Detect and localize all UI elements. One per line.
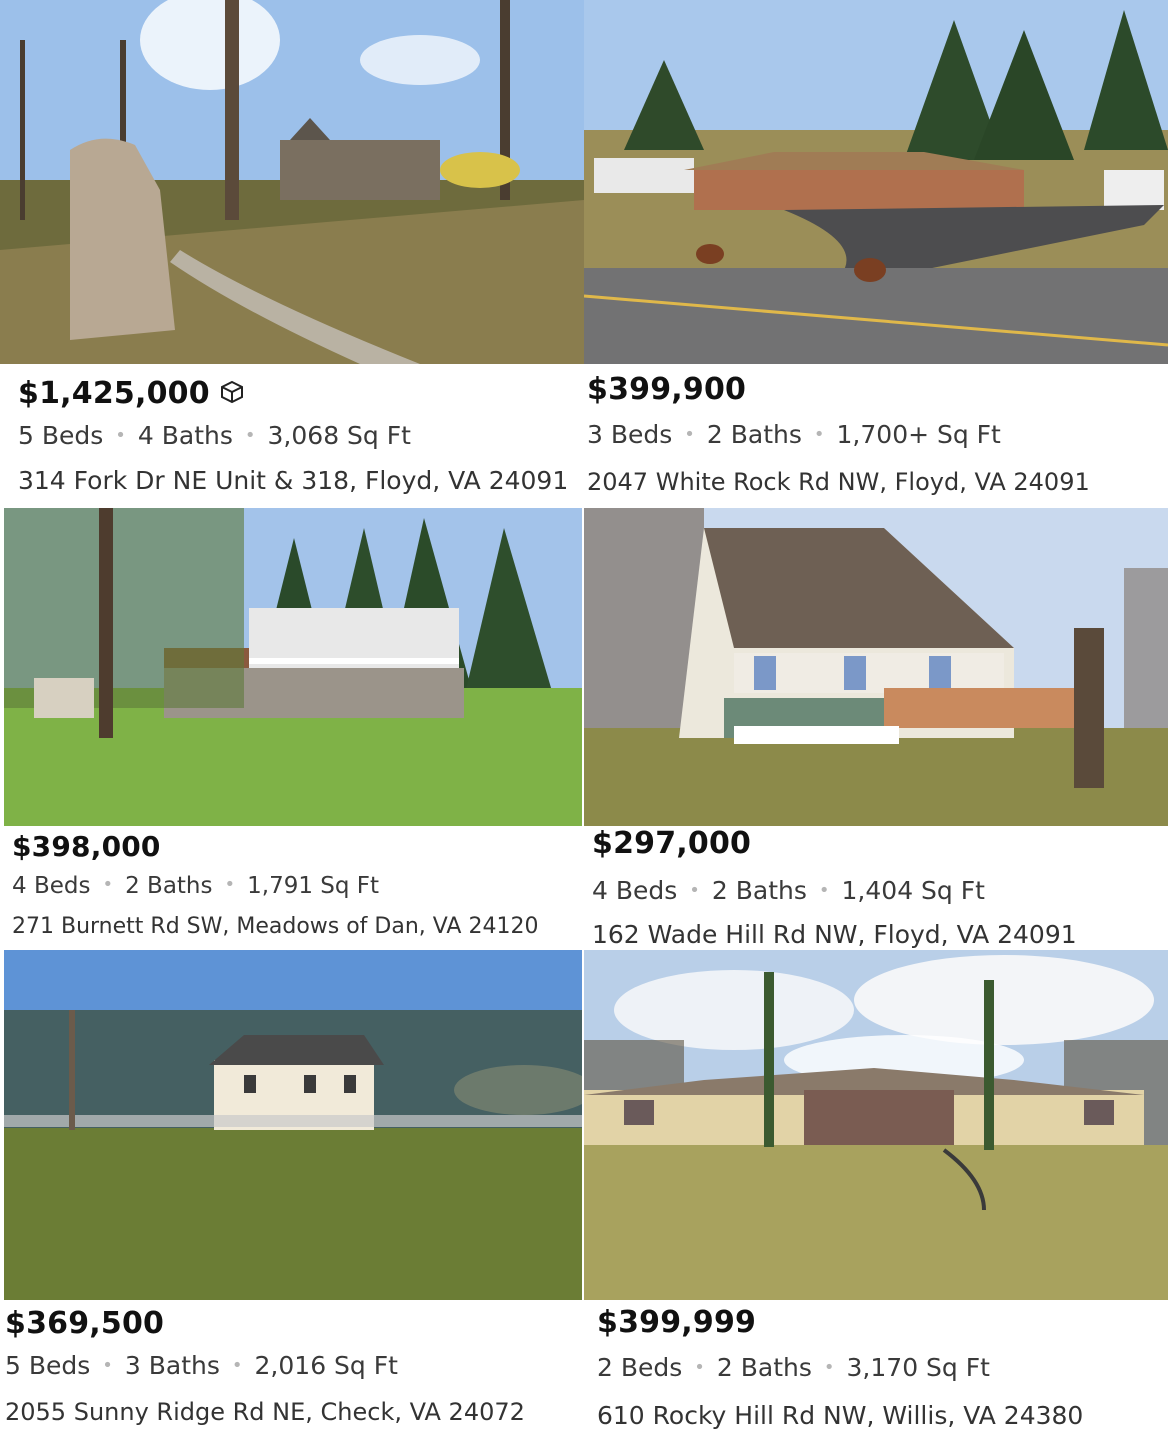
- listing-price: $399,900: [587, 372, 747, 407]
- listing-price: $399,999: [597, 1305, 757, 1340]
- baths-count: 2 Baths: [706, 420, 802, 449]
- listing-price: $398,000: [12, 830, 161, 863]
- listing-photo[interactable]: [4, 508, 582, 826]
- square-footage: 1,791 Sq Ft: [247, 873, 380, 899]
- listing-photo[interactable]: [4, 950, 582, 1300]
- listing-price: $297,000: [592, 826, 752, 861]
- baths-count: 4 Baths: [137, 421, 233, 450]
- listing-photo[interactable]: [584, 508, 1168, 826]
- listing-photo[interactable]: [584, 950, 1168, 1300]
- listing-address[interactable]: 271 Burnett Rd SW, Meadows of Dan, VA 24…: [12, 914, 538, 939]
- 3d-tour-cube-icon[interactable]: [218, 378, 246, 406]
- beds-count: 3 Beds: [587, 420, 673, 449]
- beds-count: 5 Beds: [18, 421, 104, 450]
- price-text: $1,425,000: [18, 376, 210, 411]
- listing-address[interactable]: 610 Rocky Hill Rd NW, Willis, VA 24380: [597, 1401, 1083, 1430]
- separator-dot: •: [694, 1357, 705, 1378]
- listing-photo[interactable]: [0, 0, 584, 364]
- separator-dot: •: [102, 1355, 113, 1376]
- listing-photo[interactable]: [584, 0, 1168, 364]
- square-footage: 3,068 Sq Ft: [267, 421, 411, 450]
- baths-count: 2 Baths: [711, 876, 807, 905]
- baths-count: 2 Baths: [716, 1353, 812, 1382]
- listing-facts: 4 Beds • 2 Baths • 1,404 Sq Ft: [592, 876, 985, 905]
- listing-facts: 3 Beds • 2 Baths • 1,700+ Sq Ft: [587, 420, 1001, 449]
- listing-address[interactable]: 2047 White Rock Rd NW, Floyd, VA 24091: [587, 468, 1090, 496]
- listing-card[interactable]: $398,000 4 Beds • 2 Baths • 1,791 Sq Ft 271 …: [0, 508, 582, 950]
- separator-dot: •: [115, 425, 126, 446]
- separator-dot: •: [689, 880, 700, 901]
- separator-dot: •: [823, 1357, 835, 1378]
- listing-facts: 4 Beds • 2 Baths • 1,791 Sq Ft: [12, 873, 379, 899]
- baths-count: 2 Baths: [125, 873, 213, 899]
- square-footage: 3,170 Sq Ft: [846, 1353, 990, 1382]
- listing-card[interactable]: $297,000 4 Beds • 2 Baths • 1,404 Sq Ft 162 …: [584, 508, 1168, 950]
- square-footage: 2,016 Sq Ft: [254, 1351, 398, 1380]
- listing-address[interactable]: 2055 Sunny Ridge Rd NE, Check, VA 24072: [5, 1398, 525, 1426]
- listing-facts: 2 Beds • 2 Baths • 3,170 Sq Ft: [597, 1353, 990, 1382]
- listing-address[interactable]: 314 Fork Dr NE Unit & 318, Floyd, VA 240…: [18, 466, 568, 495]
- beds-count: 4 Beds: [12, 873, 91, 899]
- square-footage: 1,700+ Sq Ft: [836, 420, 1001, 449]
- separator-dot: •: [684, 424, 695, 445]
- square-footage: 1,404 Sq Ft: [841, 876, 985, 905]
- separator-dot: •: [231, 1355, 243, 1376]
- separator-dot: •: [102, 874, 114, 895]
- listing-price: $1,425,000: [18, 376, 246, 411]
- beds-count: 2 Beds: [597, 1353, 683, 1382]
- listing-price: $369,500: [5, 1306, 165, 1341]
- listing-card[interactable]: $1,425,000 5 Beds • 4 Baths • 3,068 Sq Ft 31…: [0, 0, 584, 508]
- baths-count: 3 Baths: [124, 1351, 220, 1380]
- beds-count: 5 Beds: [5, 1351, 91, 1380]
- listing-card[interactable]: $369,500 5 Beds • 3 Baths • 2,016 Sq Ft 2055…: [0, 950, 582, 1440]
- separator-dot: •: [818, 880, 830, 901]
- separator-dot: •: [244, 425, 256, 446]
- listing-facts: 5 Beds • 3 Baths • 2,016 Sq Ft: [5, 1351, 398, 1380]
- separator-dot: •: [224, 874, 236, 895]
- listing-facts: 5 Beds • 4 Baths • 3,068 Sq Ft: [18, 421, 411, 450]
- listing-card[interactable]: $399,999 2 Beds • 2 Baths • 3,170 Sq Ft 610 …: [584, 950, 1168, 1440]
- listing-address[interactable]: 162 Wade Hill Rd NW, Floyd, VA 24091: [592, 920, 1077, 949]
- separator-dot: •: [813, 424, 825, 445]
- beds-count: 4 Beds: [592, 876, 678, 905]
- listing-card[interactable]: $399,900 3 Beds • 2 Baths • 1,700+ Sq Ft 204…: [584, 0, 1168, 508]
